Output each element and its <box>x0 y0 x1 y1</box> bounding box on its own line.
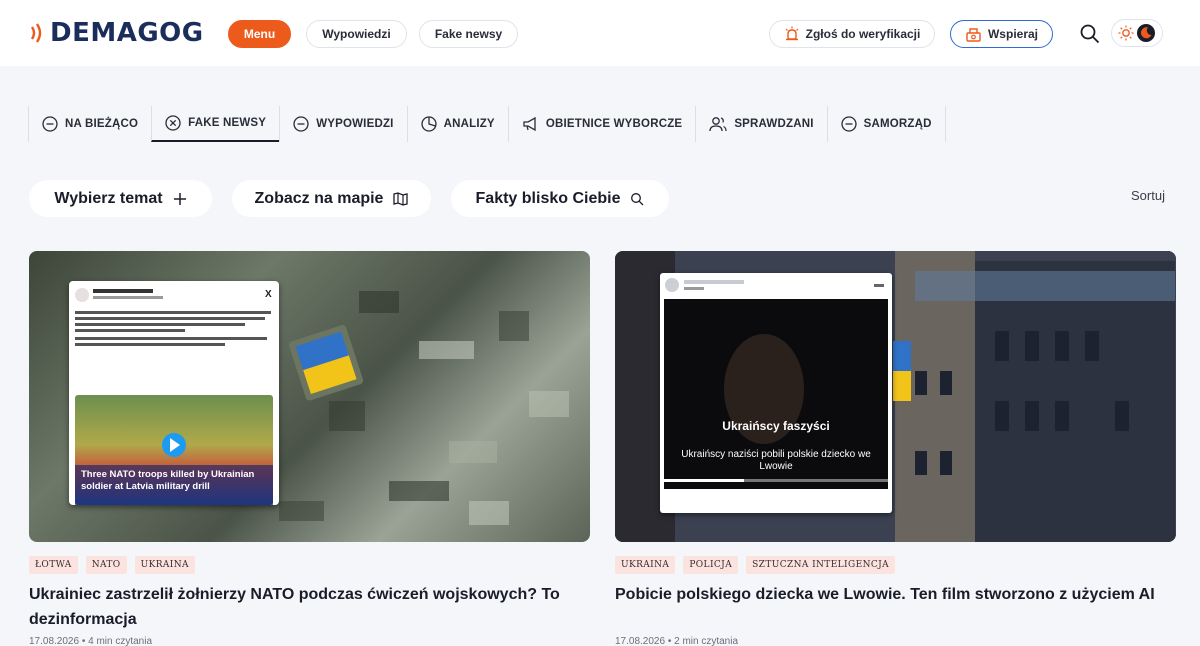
tab-label: SAMORZĄD <box>863 118 932 130</box>
theme-toggle[interactable] <box>1111 19 1163 47</box>
fake-news-button-label: Fake newsy <box>434 27 503 41</box>
plus-icon <box>173 192 186 205</box>
pie-chart-icon <box>420 116 437 132</box>
tab-fake-newsy[interactable]: FAKE NEWSY <box>151 106 280 142</box>
facebook-header <box>665 278 884 292</box>
tweet-header: X <box>75 288 272 346</box>
tab-obietnice-wyborcze[interactable]: OBIETNICE WYBORCZE <box>507 106 696 142</box>
tab-analizy[interactable]: ANALIZY <box>406 106 508 142</box>
nearby-facts-label: Fakty blisko Ciebie <box>475 189 621 207</box>
article-meta: 17.08.2026 • 2 min czytania <box>615 636 739 646</box>
facebook-video: Ukraińscy faszyści Ukraińscy naziści pob… <box>664 299 888 489</box>
tab-label: ANALIZY <box>443 118 495 130</box>
nearby-facts-button[interactable]: Fakty blisko Ciebie <box>451 180 669 217</box>
report-button-label: Zgłoś do weryfikacji <box>805 27 921 41</box>
sound-waves-icon <box>30 23 42 43</box>
tag[interactable]: UKRAINA <box>134 556 195 574</box>
svg-text:X: X <box>265 289 272 300</box>
article-image[interactable]: Ukraińscy faszyści Ukraińscy naziści pob… <box>615 251 1176 542</box>
search-icon[interactable] <box>1079 23 1101 45</box>
video-caption-main: Ukraińscy faszyści <box>722 419 830 433</box>
users-icon <box>709 117 727 132</box>
menu-button-label: Menu <box>243 27 276 41</box>
view-map-label: Zobacz na mapie <box>254 189 384 207</box>
view-map-button[interactable]: Zobacz na mapie <box>232 180 431 217</box>
tag[interactable]: ŁOTWA <box>29 556 78 574</box>
tag[interactable]: UKRAINA <box>615 556 676 574</box>
support-button-label: Wspieraj <box>987 27 1038 41</box>
choose-topic-label: Wybierz temat <box>54 189 163 207</box>
menu-button[interactable]: Menu <box>228 20 291 48</box>
sort-button[interactable]: Sortuj <box>1131 188 1165 203</box>
report-button[interactable]: Zgłoś do weryfikacji <box>769 20 935 48</box>
wypowiedzi-button-label: Wypowiedzi <box>322 27 391 41</box>
tab-wypowiedzi[interactable]: WYPOWIEDZI <box>279 106 406 142</box>
support-button[interactable]: Wspieraj <box>950 20 1053 48</box>
logo-text: DEMAGOG <box>50 18 204 48</box>
wypowiedzi-button[interactable]: Wypowiedzi <box>306 20 407 48</box>
tag[interactable]: POLICJA <box>683 556 739 574</box>
tab-label: SPRAWDZANI <box>734 118 814 130</box>
embedded-tweet-screenshot: X Three NATO troops killed by Ukrainian … <box>69 281 279 505</box>
x-circle-icon <box>165 115 181 131</box>
demagog-logo[interactable]: DEMAGOG <box>28 18 204 48</box>
search-icon <box>631 192 644 205</box>
tab-samorzad[interactable]: SAMORZĄD <box>826 106 946 142</box>
tab-label: OBIETNICE WYBORCZE <box>545 118 683 130</box>
article-image[interactable]: X Three NATO troops killed by Ukrainian … <box>29 251 590 542</box>
embedded-facebook-post: Ukraińscy faszyści Ukraińscy naziści pob… <box>660 273 892 513</box>
sun-icon <box>1118 25 1134 41</box>
minus-circle-icon <box>293 116 309 132</box>
fake-news-button[interactable]: Fake newsy <box>419 20 518 48</box>
tab-label: FAKE NEWSY <box>188 117 267 129</box>
tab-label: WYPOWIEDZI <box>316 118 394 130</box>
tab-sprawdzani[interactable]: SPRAWDZANI <box>695 106 826 142</box>
moon-icon <box>1137 24 1155 42</box>
megaphone-icon <box>523 116 536 132</box>
donate-icon <box>966 28 981 42</box>
video-caption-sub: Ukraińscy naziści pobili polskie dziecko… <box>681 449 871 472</box>
tag[interactable]: NATO <box>85 556 127 574</box>
top-header: DEMAGOG Menu Wypowiedzi Fake newsy Zgłoś… <box>0 0 1200 66</box>
tweet-video-caption: Three NATO troops killed by Ukrainian so… <box>81 469 255 492</box>
minus-circle-icon <box>840 116 857 132</box>
article-title[interactable]: Ukrainiec zastrzelił żołnierzy NATO podc… <box>29 582 599 632</box>
alarm-icon <box>785 26 799 41</box>
category-nav: NA BIEŻĄCO FAKE NEWSY WYPOWIEDZI ANALIZY… <box>28 106 946 142</box>
article-title[interactable]: Pobicie polskiego dziecka we Lwowie. Ten… <box>615 582 1185 607</box>
tag[interactable]: SZTUCZNA INTELIGENCJA <box>746 556 896 574</box>
minus-circle-icon <box>42 116 58 132</box>
choose-topic-button[interactable]: Wybierz temat <box>29 180 212 217</box>
tab-na-biezaco[interactable]: NA BIEŻĄCO <box>28 106 151 142</box>
tab-label: NA BIEŻĄCO <box>65 118 139 130</box>
article-meta: 17.08.2026 • 4 min czytania <box>29 636 153 646</box>
tweet-video-thumbnail: Three NATO troops killed by Ukrainian so… <box>75 395 273 505</box>
article-tags: ŁOTWA NATO UKRAINA <box>29 556 195 574</box>
article-tags: UKRAINA POLICJA SZTUCZNA INTELIGENCJA <box>615 556 896 574</box>
map-icon <box>393 191 409 206</box>
